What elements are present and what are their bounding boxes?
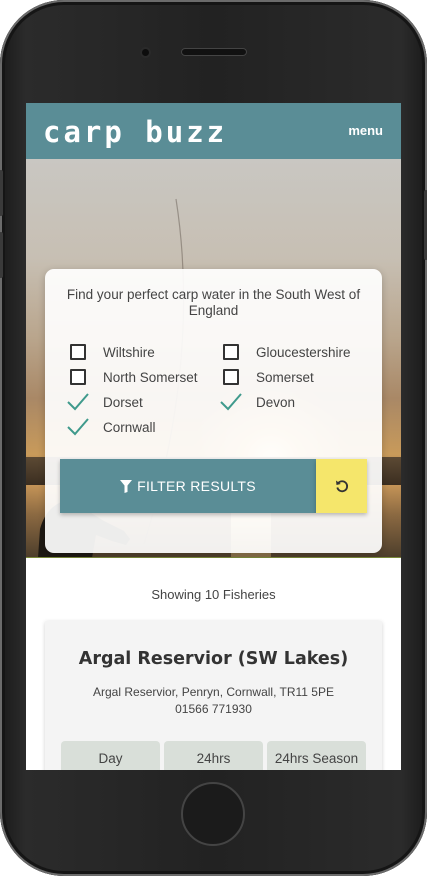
option-label: Wiltshire	[103, 344, 155, 360]
home-button[interactable]	[181, 782, 245, 846]
option-label: Somerset	[256, 369, 314, 385]
hero-border	[26, 557, 401, 558]
option-label: Dorset	[103, 394, 143, 410]
filter-icon	[120, 479, 133, 493]
option-label: Cornwall	[103, 419, 156, 435]
reset-icon	[335, 480, 348, 493]
tab-24hrs[interactable]: 24hrs	[164, 741, 263, 770]
fishery-card[interactable]: Argal Reservior (SW Lakes) Argal Reservi…	[45, 621, 382, 770]
fishery-name[interactable]: Argal Reservior (SW Lakes)	[45, 649, 382, 669]
menu-button[interactable]: menu	[348, 123, 383, 138]
phone-frame: carp buzz menu Find your perfect carp wa…	[0, 0, 427, 876]
camera-icon	[142, 49, 149, 56]
tab-24hrs-season[interactable]: 24hrs Season	[267, 741, 366, 770]
option-north-somerset[interactable]: North Somerset	[70, 367, 198, 387]
check-icon[interactable]	[220, 392, 242, 412]
fishery-phone[interactable]: 01566 771930	[45, 702, 382, 716]
option-label: Devon	[256, 394, 296, 410]
phone-side-button	[0, 232, 3, 278]
option-label: North Somerset	[103, 369, 198, 385]
reset-button[interactable]	[316, 459, 367, 513]
option-label: Gloucestershire	[256, 344, 351, 360]
option-wiltshire[interactable]: Wiltshire	[70, 342, 155, 362]
filter-button-label: FILTER RESULTS	[137, 478, 256, 494]
option-gloucestershire[interactable]: Gloucestershire	[223, 342, 351, 362]
speaker-grille	[181, 48, 247, 56]
hero-image: Find your perfect carp water in the Sout…	[26, 159, 401, 558]
phone-side-button	[0, 170, 3, 216]
option-somerset[interactable]: Somerset	[223, 367, 314, 387]
site-logo[interactable]: carp buzz	[43, 116, 227, 148]
filter-results-button[interactable]: FILTER RESULTS	[60, 459, 316, 513]
option-devon[interactable]: Devon	[220, 392, 296, 412]
checkbox[interactable]	[70, 344, 86, 360]
navbar: carp buzz menu	[26, 103, 401, 159]
filter-heading: Find your perfect carp water in the Sout…	[66, 287, 361, 318]
checkbox[interactable]	[70, 369, 86, 385]
option-dorset[interactable]: Dorset	[67, 392, 143, 412]
checkbox[interactable]	[223, 369, 239, 385]
filter-card: Find your perfect carp water in the Sout…	[45, 269, 382, 553]
checkbox[interactable]	[223, 344, 239, 360]
check-icon[interactable]	[67, 417, 89, 437]
fishery-address: Argal Reservior, Penryn, Cornwall, TR11 …	[93, 685, 334, 699]
results-count: Showing 10 Fisheries	[151, 587, 276, 602]
option-cornwall[interactable]: Cornwall	[67, 417, 156, 437]
screen: carp buzz menu Find your perfect carp wa…	[26, 103, 401, 770]
tab-day[interactable]: Day	[61, 741, 160, 770]
check-icon[interactable]	[67, 392, 89, 412]
